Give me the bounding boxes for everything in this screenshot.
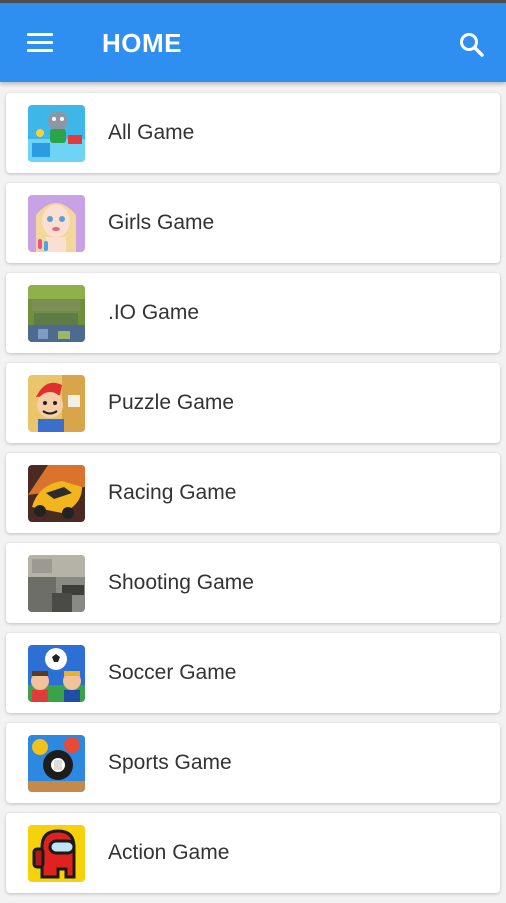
category-list: All Game Girls Game .IO Game Puzzle Game… xyxy=(6,93,500,903)
category-item-puzzle-game[interactable]: Puzzle Game xyxy=(6,363,500,443)
category-item-action-game[interactable]: Action Game xyxy=(6,813,500,893)
racing-game-thumbnail-icon xyxy=(28,465,85,522)
app-bar: HOME xyxy=(0,0,506,82)
shooting-game-thumbnail-icon xyxy=(28,555,85,612)
page-title: HOME xyxy=(102,28,182,58)
puzzle-game-thumbnail-icon xyxy=(28,375,85,432)
category-item-sports-game[interactable]: Sports Game xyxy=(6,723,500,803)
category-item-shooting-game[interactable]: Shooting Game xyxy=(6,543,500,623)
category-label: Action Game xyxy=(108,841,230,864)
io-game-thumbnail-icon xyxy=(28,285,85,342)
sports-game-thumbnail-icon xyxy=(28,735,85,792)
category-label: Sports Game xyxy=(108,751,232,774)
category-label: All Game xyxy=(108,121,195,144)
category-item-racing-game[interactable]: Racing Game xyxy=(6,453,500,533)
category-item-soccer-game[interactable]: Soccer Game xyxy=(6,633,500,713)
all-game-thumbnail-icon xyxy=(28,105,85,162)
category-label: Racing Game xyxy=(108,481,237,504)
category-label: Shooting Game xyxy=(108,571,254,594)
action-game-thumbnail-icon xyxy=(28,825,85,882)
hamburger-menu-icon[interactable] xyxy=(20,25,60,61)
category-item-girls-game[interactable]: Girls Game xyxy=(6,183,500,263)
category-label: Puzzle Game xyxy=(108,391,235,414)
category-label: .IO Game xyxy=(108,301,200,324)
category-item-all-game[interactable]: All Game xyxy=(6,93,500,173)
category-label: Girls Game xyxy=(108,211,215,234)
category-label: Soccer Game xyxy=(108,661,237,684)
soccer-game-thumbnail-icon xyxy=(28,645,85,702)
search-icon[interactable] xyxy=(454,27,490,63)
category-item-io-game[interactable]: .IO Game xyxy=(6,273,500,353)
girls-game-thumbnail-icon xyxy=(28,195,85,252)
